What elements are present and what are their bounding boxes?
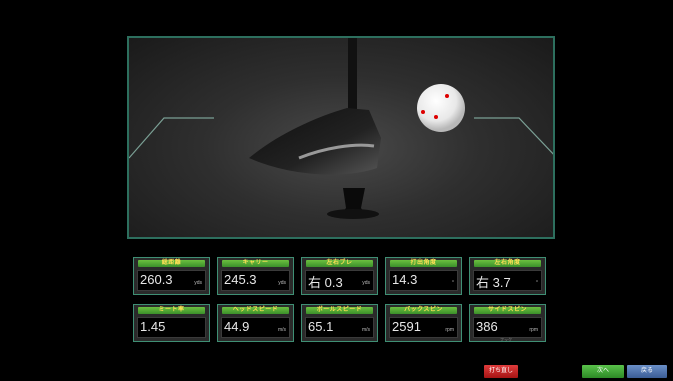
metric-label: 左右ブレ [326, 260, 353, 266]
back-button[interactable]: 戻る [627, 365, 667, 378]
metric-label: バックスピン [404, 307, 443, 313]
metric-unit: ° [536, 280, 538, 286]
metric-value: 245.3 [224, 272, 257, 287]
metric-launch-angle: 打出角度 14.3 ° [385, 257, 462, 295]
metric-unit: yds [194, 280, 202, 286]
metric-label: 総距離 [161, 260, 182, 266]
metric-total-distance: 総距離 260.3 yds [133, 257, 210, 295]
metric-unit: m/s [361, 327, 370, 333]
metric-ball-speed: ボールスピード 65.1 m/s [301, 304, 378, 342]
metric-value: 260.3 [140, 272, 173, 287]
metric-label: キャリー [242, 260, 269, 266]
next-button[interactable]: 次へ [582, 365, 624, 378]
metric-value: 右 3.7 [476, 275, 511, 290]
metric-subtext: フック [500, 337, 512, 342]
metric-unit: m/s [277, 327, 286, 333]
impact-video-viewer [127, 36, 555, 239]
metric-carry: キャリー 245.3 yds [217, 257, 294, 295]
metric-sidespin: サイドスピン 386 rpm フック [469, 304, 546, 342]
club-head-icon [249, 108, 381, 175]
metric-unit: rpm [529, 327, 538, 333]
metric-value: 右 0.3 [308, 275, 343, 290]
metric-value: 386 [476, 319, 498, 334]
metric-unit: ° [452, 280, 454, 286]
metric-label: 打出角度 [410, 260, 437, 266]
metric-value: 65.1 [308, 319, 334, 334]
metric-label: ミート率 [158, 307, 185, 313]
left-guide-line [129, 117, 214, 159]
impact-scene [129, 38, 553, 219]
retry-button[interactable]: 打ち直し [484, 365, 518, 378]
metric-value: 1.45 [140, 319, 166, 334]
metric-unit: yds [278, 280, 286, 286]
metric-unit: rpm [445, 327, 454, 333]
metric-label: ボールスピード [316, 307, 363, 313]
metric-value: 14.3 [392, 272, 418, 287]
golf-ball-icon [417, 84, 465, 132]
metric-label: サイドスピン [487, 307, 527, 313]
metric-head-speed: ヘッドスピード 44.9 m/s [217, 304, 294, 342]
metric-lateral-deviation: 左右ブレ 右 0.3 yds [301, 257, 378, 295]
metric-side-angle: 左右角度 右 3.7 ° [469, 257, 546, 295]
metric-value: 2591 [392, 319, 421, 334]
metric-value: 44.9 [224, 319, 250, 334]
metric-unit: yds [362, 280, 370, 286]
right-guide-line [474, 117, 553, 155]
metric-smash-factor: ミート率 1.45 [133, 304, 210, 342]
metric-label: ヘッドスピード [232, 307, 279, 313]
metric-label: 左右角度 [494, 260, 521, 266]
metric-backspin: バックスピン 2591 rpm [385, 304, 462, 342]
